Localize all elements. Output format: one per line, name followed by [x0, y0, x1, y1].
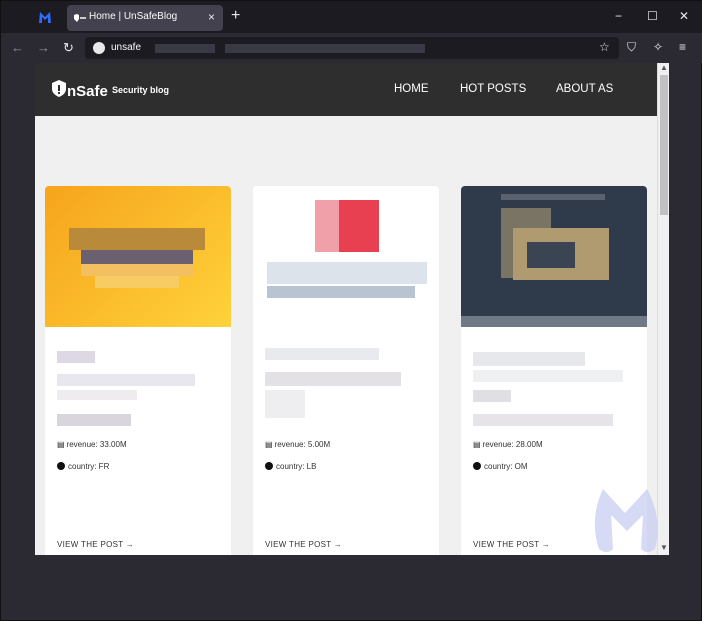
bookmark-star-icon[interactable]: ☆	[599, 40, 610, 54]
browser-window: Home | UnSafeBlog × + − ☐ ✕ ← → ↻ unsafe…	[0, 0, 702, 621]
close-window-button[interactable]: ✕	[679, 9, 689, 23]
shield-icon[interactable]: ⛉	[627, 40, 636, 55]
tab-title: Home | UnSafeBlog	[89, 11, 178, 22]
malwarebytes-watermark-icon	[594, 489, 658, 552]
menu-icon[interactable]: ≡	[679, 40, 686, 54]
flag-dot-icon	[473, 462, 481, 470]
country-text: country: OM	[484, 462, 528, 471]
tab-home[interactable]: Home | UnSafeBlog ×	[67, 5, 223, 31]
revenue-stat: ▤ revenue: 5.00M	[265, 440, 330, 449]
flag-dot-icon	[265, 462, 273, 470]
minimize-button[interactable]: −	[615, 9, 622, 23]
site-favicon-icon	[74, 14, 86, 22]
flag-dot-icon	[57, 462, 65, 470]
reload-button[interactable]: ↻	[63, 40, 74, 56]
country-stat: country: LB	[265, 462, 316, 471]
revenue-text: revenue: 28.00M	[482, 440, 543, 449]
revenue-text: revenue: 33.00M	[66, 440, 127, 449]
chart-icon: ▤	[473, 440, 481, 449]
forward-button[interactable]: →	[37, 40, 50, 55]
country-text: country: LB	[276, 462, 317, 471]
new-tab-button[interactable]: +	[231, 7, 240, 25]
revenue-text: revenue: 5.00M	[274, 440, 331, 449]
site-info-icon[interactable]	[93, 42, 105, 54]
post-image	[45, 186, 231, 327]
navigation-toolbar: ← → ↻ unsafe ☆ ⛉ ✧ ≡	[1, 33, 702, 63]
back-button[interactable]: ←	[11, 40, 24, 55]
scroll-thumb[interactable]	[660, 75, 668, 215]
url-bar[interactable]: unsafe	[85, 37, 619, 59]
revenue-stat: ▤ revenue: 28.00M	[473, 440, 543, 449]
page-viewport: nSafe Security blog HOME HOT POSTS ABOUT…	[35, 63, 669, 555]
maximize-button[interactable]: ☐	[647, 9, 658, 23]
scroll-up-icon[interactable]: ▲	[660, 63, 668, 72]
view-post-link[interactable]: VIEW THE POST →	[473, 540, 550, 549]
country-text: country: FR	[68, 462, 110, 471]
post-card[interactable]: ▤ revenue: 5.00M country: LB VIEW THE POS…	[253, 186, 439, 555]
tab-close-icon[interactable]: ×	[208, 10, 215, 24]
post-image	[253, 186, 439, 327]
tab-strip: Home | UnSafeBlog × + − ☐ ✕	[1, 1, 702, 33]
brand-name[interactable]: nSafe	[67, 83, 108, 100]
shield-logo-icon	[52, 80, 66, 97]
nav-hot-posts[interactable]: HOT POSTS	[460, 83, 526, 95]
site-header: nSafe Security blog HOME HOT POSTS ABOUT…	[35, 63, 657, 116]
post-image	[461, 186, 647, 327]
revenue-stat: ▤ revenue: 33.00M	[57, 440, 127, 449]
post-card[interactable]: ▤ revenue: 33.00M country: FR VIEW THE PO…	[45, 186, 231, 555]
chart-icon: ▤	[265, 440, 273, 449]
country-stat: country: FR	[57, 462, 109, 471]
view-post-link[interactable]: VIEW THE POST →	[57, 540, 134, 549]
url-text[interactable]: unsafe	[111, 42, 141, 53]
country-stat: country: OM	[473, 462, 528, 471]
url-redacted	[155, 44, 215, 53]
chart-icon: ▤	[57, 440, 65, 449]
url-redacted	[225, 44, 425, 53]
nav-about[interactable]: ABOUT AS	[556, 83, 613, 95]
nav-home[interactable]: HOME	[394, 83, 429, 95]
extensions-icon[interactable]: ✧	[653, 40, 663, 54]
brand-tagline: Security blog	[112, 85, 170, 95]
view-post-link[interactable]: VIEW THE POST →	[265, 540, 342, 549]
malwarebytes-logo-icon	[39, 12, 51, 23]
